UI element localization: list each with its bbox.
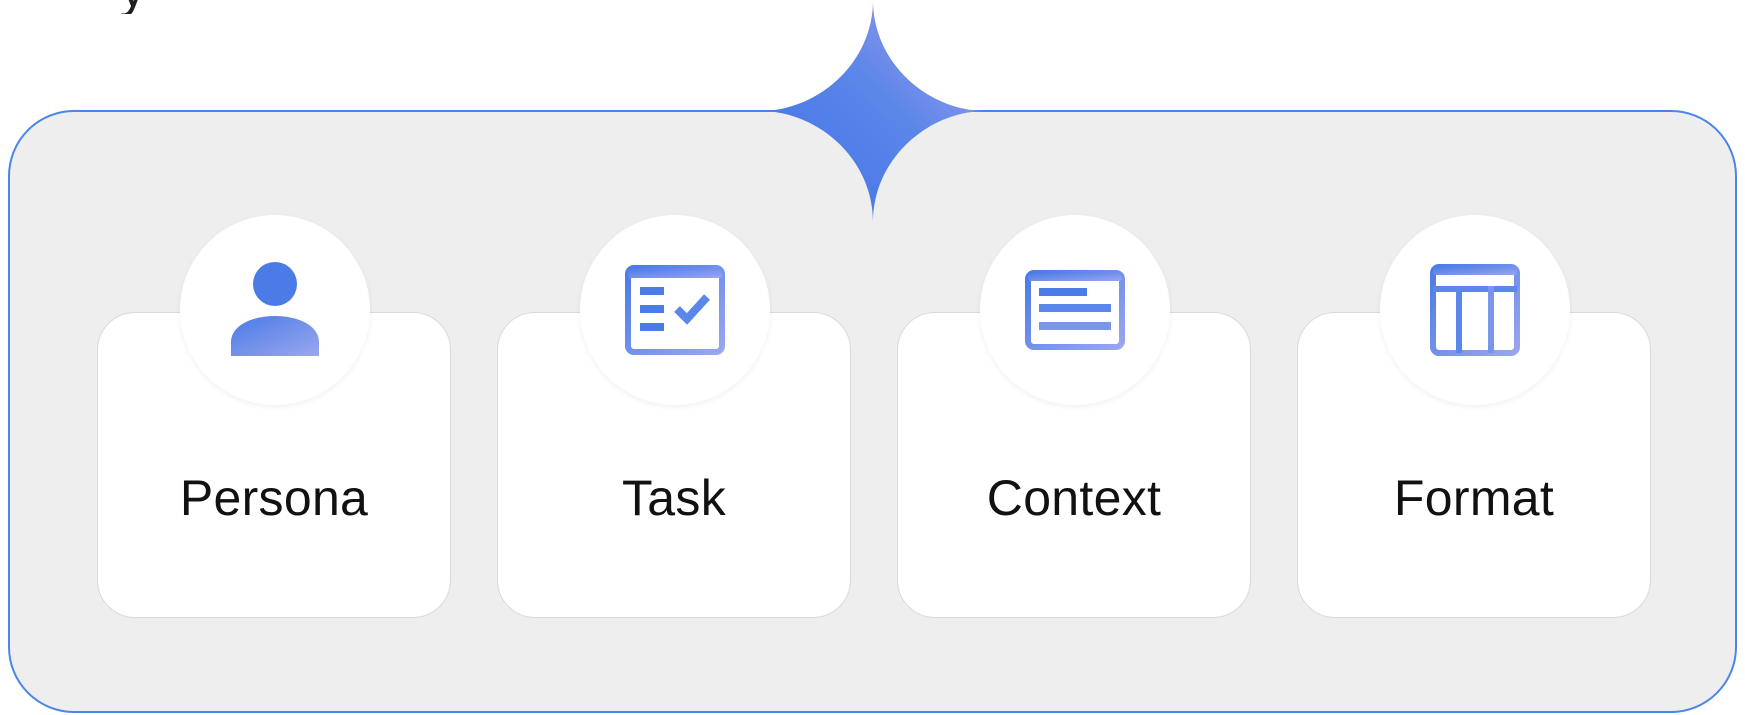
card-label-task: Task xyxy=(621,470,726,526)
context-icon-circle xyxy=(980,215,1170,405)
task-icon-circle xyxy=(580,215,770,405)
format-icon-circle xyxy=(1380,215,1570,405)
task-checklist-icon xyxy=(625,265,725,355)
persona-icon-circle xyxy=(180,215,370,405)
table-layout-icon xyxy=(1430,264,1520,356)
document-lines-icon xyxy=(1025,270,1125,350)
person-icon xyxy=(231,262,319,356)
card-label-format: Format xyxy=(1393,470,1555,526)
card-label-persona: Persona xyxy=(179,470,369,526)
card-label-context: Context xyxy=(986,470,1162,526)
